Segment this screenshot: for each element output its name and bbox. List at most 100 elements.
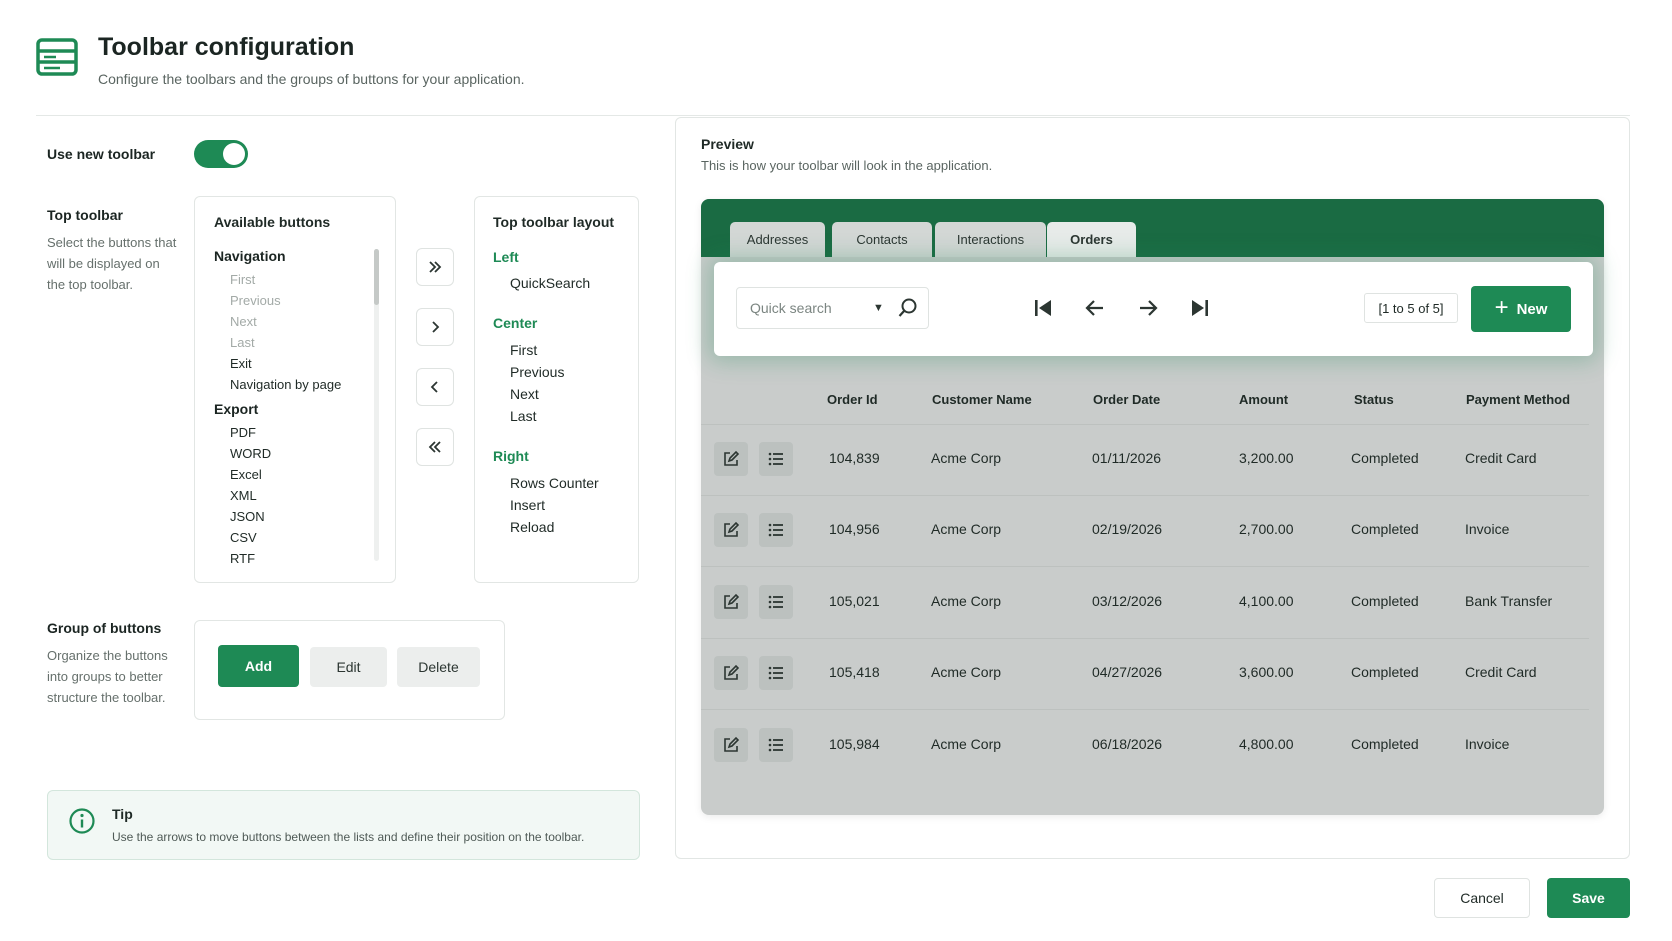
table-cell: 04/27/2026 xyxy=(1092,664,1163,680)
list-item[interactable]: QuickSearch xyxy=(510,275,590,291)
layout-section-left: Left xyxy=(493,249,519,265)
column-header[interactable]: Order Id xyxy=(827,392,878,407)
row-divider xyxy=(701,566,1589,567)
layout-section-center: Center xyxy=(493,315,538,331)
tab-addresses[interactable]: Addresses xyxy=(730,222,825,257)
scrollbar-thumb[interactable] xyxy=(374,249,379,305)
preview-title: Preview xyxy=(701,136,754,152)
row-details-icon[interactable] xyxy=(759,728,793,762)
column-header[interactable]: Status xyxy=(1354,392,1394,407)
list-item[interactable]: PDF xyxy=(230,425,256,440)
list-item[interactable]: Insert xyxy=(510,497,545,513)
list-item[interactable]: First xyxy=(510,342,537,358)
edit-row-icon[interactable] xyxy=(714,656,748,690)
column-header[interactable]: Order Date xyxy=(1093,392,1160,407)
tab-orders[interactable]: Orders xyxy=(1047,222,1136,257)
row-details-icon[interactable] xyxy=(759,585,793,619)
list-item[interactable]: RTF xyxy=(230,551,255,566)
column-header[interactable]: Customer Name xyxy=(932,392,1032,407)
top-toolbar-layout-list[interactable]: Top toolbar layout Left QuickSearch Cent… xyxy=(474,196,639,583)
list-item[interactable]: XML xyxy=(230,488,257,503)
rows-counter: [1 to 5 of 5] xyxy=(1364,293,1458,323)
table-cell: 01/11/2026 xyxy=(1092,450,1162,466)
last-page-icon[interactable] xyxy=(1189,297,1211,319)
arrow-right-icon[interactable] xyxy=(1137,297,1159,319)
row-divider xyxy=(701,709,1589,710)
table-cell: Invoice xyxy=(1465,736,1510,752)
list-item[interactable]: WORD xyxy=(230,446,271,461)
available-buttons-list[interactable]: Available buttons Navigation First Previ… xyxy=(194,196,396,583)
new-button[interactable]: + New xyxy=(1471,286,1571,332)
new-button-label: New xyxy=(1516,300,1548,318)
first-page-icon[interactable] xyxy=(1032,297,1054,319)
list-item[interactable]: Navigation by page xyxy=(230,377,341,392)
desc-line: will be displayed on xyxy=(47,256,160,271)
use-new-toolbar-toggle[interactable] xyxy=(194,140,248,168)
add-button[interactable]: Add xyxy=(218,645,299,687)
row-divider xyxy=(701,495,1589,496)
move-left-button[interactable] xyxy=(416,368,454,406)
caret-down-icon[interactable]: ▼ xyxy=(873,302,884,314)
list-item[interactable]: CSV xyxy=(230,530,257,545)
list-item[interactable]: Previous xyxy=(230,293,281,308)
layout-section-right: Right xyxy=(493,448,529,464)
double-chevron-left-icon xyxy=(428,441,441,453)
row-details-icon[interactable] xyxy=(759,656,793,690)
group-of-buttons-description: Organize the buttons into groups to bett… xyxy=(47,645,168,708)
list-item[interactable]: Excel xyxy=(230,467,262,482)
table-cell: Completed xyxy=(1351,736,1419,752)
save-button[interactable]: Save xyxy=(1547,878,1630,918)
table-cell: Acme Corp xyxy=(931,521,1002,537)
table-cell: Acme Corp xyxy=(931,450,1002,466)
move-all-left-button[interactable] xyxy=(416,428,454,466)
tab-contacts[interactable]: Contacts xyxy=(832,222,932,257)
table-cell: Completed xyxy=(1351,450,1419,466)
top-toolbar-label: Top toolbar xyxy=(47,207,123,223)
search-icon[interactable] xyxy=(897,297,919,319)
list-item[interactable]: Last xyxy=(510,408,536,424)
table-cell: 4,800.00 xyxy=(1239,736,1294,752)
toggle-knob xyxy=(223,143,245,165)
list-item[interactable]: Last xyxy=(230,335,255,350)
list-item[interactable]: Reload xyxy=(510,519,554,535)
edit-row-icon[interactable] xyxy=(714,585,748,619)
table-cell: 3,200.00 xyxy=(1239,450,1294,466)
quick-search-placeholder: Quick search xyxy=(750,300,832,316)
delete-button[interactable]: Delete xyxy=(397,647,480,687)
table-cell: 03/12/2026 xyxy=(1092,593,1163,609)
column-header[interactable]: Payment Method xyxy=(1466,392,1570,407)
table-cell: Invoice xyxy=(1465,521,1510,537)
use-new-toolbar-label: Use new toolbar xyxy=(47,146,156,162)
row-details-icon[interactable] xyxy=(759,513,793,547)
navigation-group-header: Navigation xyxy=(214,248,286,264)
table-cell: 105,984 xyxy=(829,736,880,752)
table-cell: 104,956 xyxy=(829,521,880,537)
edit-row-icon[interactable] xyxy=(714,513,748,547)
edit-row-icon[interactable] xyxy=(714,728,748,762)
move-right-button[interactable] xyxy=(416,308,454,346)
table-cell: 104,839 xyxy=(829,450,880,466)
info-icon xyxy=(69,808,95,834)
move-all-right-button[interactable] xyxy=(416,248,454,286)
desc-line: structure the toolbar. xyxy=(47,690,166,705)
edit-row-icon[interactable] xyxy=(714,442,748,476)
list-item[interactable]: Exit xyxy=(230,356,252,371)
top-toolbar-description: Select the buttons that will be displaye… xyxy=(47,232,176,295)
list-item[interactable]: First xyxy=(230,272,255,287)
quick-search-input[interactable]: Quick search ▼ xyxy=(736,287,929,329)
tab-interactions[interactable]: Interactions xyxy=(935,222,1046,257)
tip-title: Tip xyxy=(112,806,133,822)
desc-line: Organize the buttons xyxy=(47,648,168,663)
list-item[interactable]: Previous xyxy=(510,364,564,380)
edit-button[interactable]: Edit xyxy=(310,647,387,687)
list-item[interactable]: JSON xyxy=(230,509,265,524)
list-item[interactable]: Next xyxy=(510,386,539,402)
column-header[interactable]: Amount xyxy=(1239,392,1288,407)
list-item[interactable]: Rows Counter xyxy=(510,475,599,491)
arrow-left-icon[interactable] xyxy=(1084,297,1106,319)
list-item[interactable]: Next xyxy=(230,314,257,329)
cancel-button[interactable]: Cancel xyxy=(1434,878,1530,918)
row-details-icon[interactable] xyxy=(759,442,793,476)
group-of-buttons-label: Group of buttons xyxy=(47,620,162,636)
available-buttons-title: Available buttons xyxy=(214,214,331,230)
